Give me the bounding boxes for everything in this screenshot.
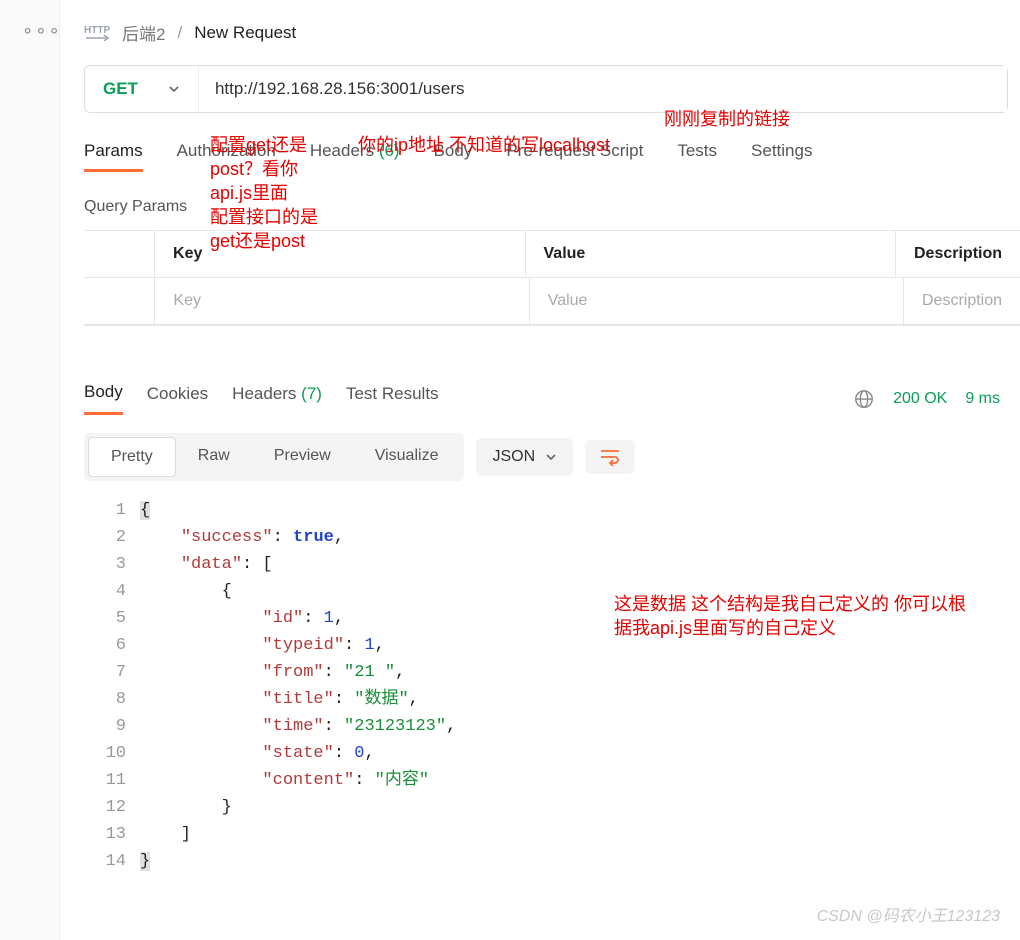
tab-headers[interactable]: Headers (6)	[310, 141, 400, 172]
view-visualize[interactable]: Visualize	[353, 437, 461, 477]
breadcrumb-title: New Request	[194, 23, 296, 43]
resp-tab-testresults[interactable]: Test Results	[346, 384, 439, 414]
wrap-lines-button[interactable]	[585, 440, 635, 474]
view-preview[interactable]: Preview	[252, 437, 353, 477]
globe-icon[interactable]	[853, 388, 875, 410]
resp-tab-cookies[interactable]: Cookies	[147, 384, 208, 414]
params-value-input[interactable]: Value	[530, 278, 904, 324]
http-method-select[interactable]: GET	[85, 66, 199, 112]
response-body[interactable]: 1234567891011121314 { "success": true, "…	[84, 497, 1020, 875]
left-sidebar: ∘∘∘	[0, 0, 60, 940]
tab-prerequest[interactable]: Pre-request Script	[506, 141, 643, 172]
line-gutter: 1234567891011121314	[84, 497, 140, 875]
resp-tab-body[interactable]: Body	[84, 382, 123, 415]
params-empty-row[interactable]: Key Value Description	[84, 278, 1020, 325]
query-params-label: Query Params	[84, 198, 1020, 216]
params-header-key: Key	[155, 231, 525, 277]
response-status: 200 OK 9 ms	[853, 388, 1000, 410]
breadcrumb: HTTP 后端2 / New Request	[84, 0, 1020, 65]
params-key-input[interactable]: Key	[155, 278, 529, 324]
tab-body[interactable]: Body	[434, 141, 473, 172]
wrap-icon	[599, 448, 621, 466]
params-header-description: Description	[896, 231, 1020, 277]
main-panel: HTTP 后端2 / New Request GET Params Author…	[60, 0, 1020, 940]
breadcrumb-parent[interactable]: 后端2	[122, 20, 165, 45]
more-options-icon[interactable]: ∘∘∘	[22, 20, 62, 41]
url-bar: GET	[84, 65, 1008, 113]
params-header-checkbox	[84, 231, 155, 277]
view-pretty[interactable]: Pretty	[88, 437, 176, 477]
http-method-value: GET	[103, 79, 138, 99]
json-code[interactable]: { "success": true, "data": [ { "id": 1, …	[140, 497, 1020, 875]
response-view-row: Pretty Raw Preview Visualize JSON	[84, 433, 1020, 481]
tab-settings[interactable]: Settings	[751, 141, 812, 172]
svg-text:HTTP: HTTP	[84, 25, 110, 36]
tab-authorization[interactable]: Authorization	[177, 141, 276, 172]
chevron-down-icon	[545, 451, 557, 463]
url-input[interactable]	[199, 66, 1007, 112]
params-header-value: Value	[526, 231, 896, 277]
breadcrumb-separator: /	[177, 23, 182, 43]
response-tabs: Body Cookies Headers (7) Test Results 20…	[84, 382, 1020, 415]
request-tabs: Params Authorization Headers (6) Body Pr…	[84, 141, 1020, 172]
params-header-row: Key Value Description	[84, 231, 1020, 278]
chevron-down-icon	[168, 83, 180, 95]
tab-tests[interactable]: Tests	[677, 141, 717, 172]
view-raw[interactable]: Raw	[176, 437, 252, 477]
watermark: CSDN @码农小王123123	[817, 902, 1000, 926]
status-time: 9 ms	[965, 390, 1000, 408]
tab-params[interactable]: Params	[84, 141, 143, 172]
view-mode-pills: Pretty Raw Preview Visualize	[84, 433, 464, 481]
params-description-input[interactable]: Description	[904, 278, 1020, 324]
status-code: 200 OK	[893, 390, 947, 408]
http-method-icon: HTTP	[84, 21, 110, 44]
format-select[interactable]: JSON	[476, 438, 573, 476]
resp-tab-headers[interactable]: Headers (7)	[232, 384, 322, 414]
params-table: Key Value Description Key Value Descript…	[84, 230, 1020, 326]
